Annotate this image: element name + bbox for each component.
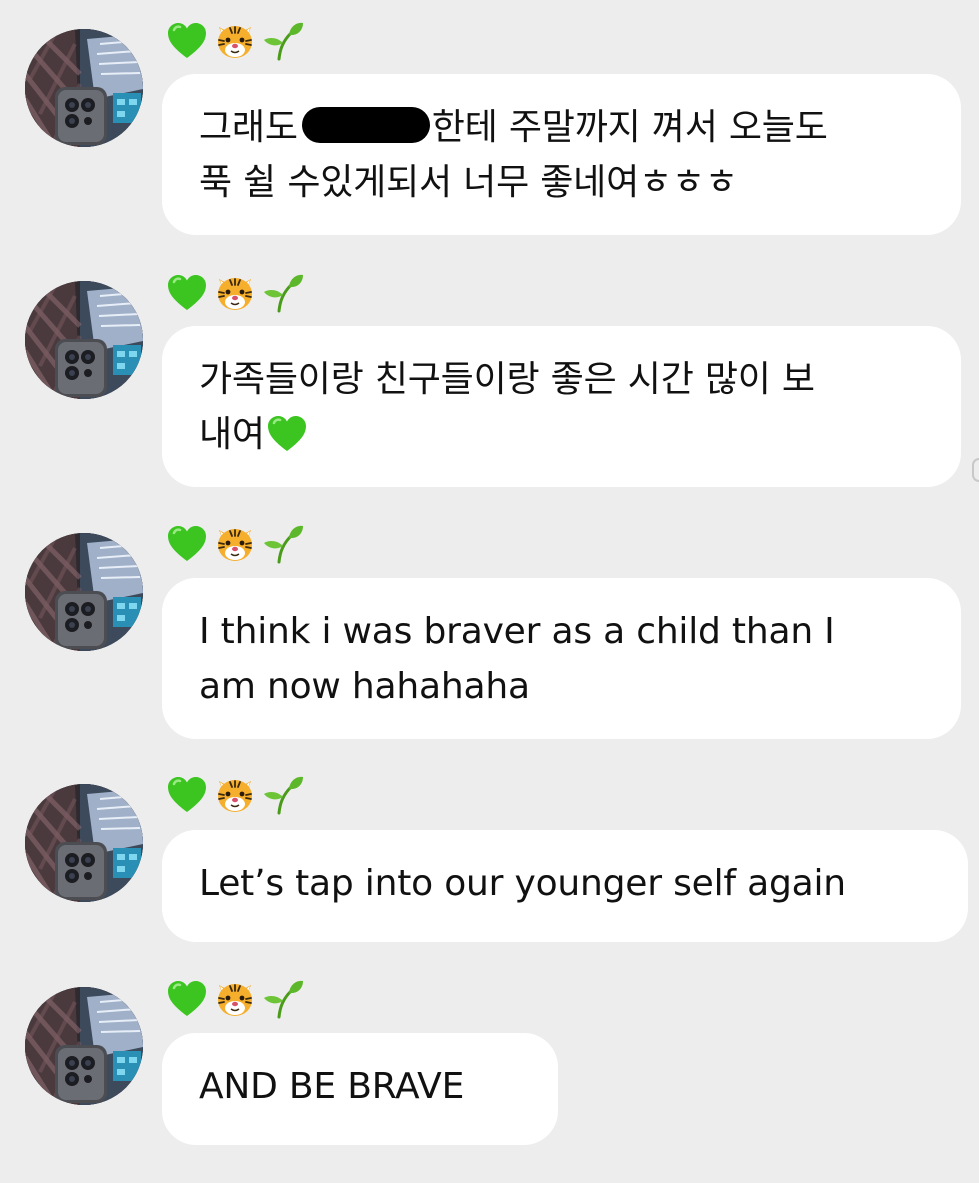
message-line: 푹 쉴 수있게되서 너무 좋네여ㅎㅎㅎ [199,162,738,203]
message-text: 내여 [199,414,265,455]
seedling-icon [261,773,305,817]
message-bubble[interactable]: 그래도 한테 주말까지 껴서 오늘도 푹 쉴 수있게되서 너무 좋네여ㅎㅎㅎ [162,74,961,235]
message-line: 그래도 한테 주말까지 껴서 오늘도 [199,100,925,155]
avatar-photo [25,533,143,651]
chat-message-list[interactable]: 그래도 한테 주말까지 껴서 오늘도 푹 쉴 수있게되서 너무 좋네여ㅎㅎㅎ 가족… [0,0,979,1183]
sender-name-emoji-row[interactable] [165,18,305,64]
message-line: Let’s tap into our younger self again [199,863,846,904]
scroll-indicator[interactable] [972,458,979,482]
green-heart-icon [165,19,209,63]
sender-avatar[interactable] [25,281,143,399]
green-heart-icon [165,773,209,817]
message-text: 한테 주말까지 껴서 오늘도 [431,107,828,148]
message-bubble[interactable]: Let’s tap into our younger self again [162,830,968,942]
sender-name-emoji-row[interactable] [165,521,305,567]
avatar-photo [25,29,143,147]
sender-name-emoji-row[interactable] [165,270,305,316]
sender-avatar[interactable] [25,987,143,1105]
sender-avatar[interactable] [25,29,143,147]
avatar-photo [25,784,143,902]
message-line: am now hahahaha [199,666,530,707]
sender-name-emoji-row[interactable] [165,976,305,1022]
message-line: 내여 [199,407,925,462]
tiger-face-icon [213,19,257,63]
tiger-face-icon [213,522,257,566]
message-text: 그래도 [199,107,298,148]
green-heart-icon [265,412,309,456]
sender-avatar[interactable] [25,784,143,902]
seedling-icon [261,19,305,63]
seedling-icon [261,271,305,315]
message-bubble[interactable]: AND BE BRAVE [162,1033,558,1145]
avatar-photo [25,987,143,1105]
seedling-icon [261,522,305,566]
avatar-photo [25,281,143,399]
message-line: AND BE BRAVE [199,1066,465,1107]
redacted-name-block [301,107,430,143]
message-line: 가족들이랑 친구들이랑 좋은 시간 많이 보 [199,359,815,400]
sender-name-emoji-row[interactable] [165,772,305,818]
tiger-face-icon [213,271,257,315]
message-bubble[interactable]: 가족들이랑 친구들이랑 좋은 시간 많이 보 내여 [162,326,961,487]
tiger-face-icon [213,773,257,817]
green-heart-icon [165,522,209,566]
message-bubble[interactable]: I think i was braver as a child than I a… [162,578,961,739]
tiger-face-icon [213,977,257,1021]
message-line: I think i was braver as a child than I [199,611,835,652]
sender-avatar[interactable] [25,533,143,651]
green-heart-icon [165,977,209,1021]
seedling-icon [261,977,305,1021]
green-heart-icon [165,271,209,315]
